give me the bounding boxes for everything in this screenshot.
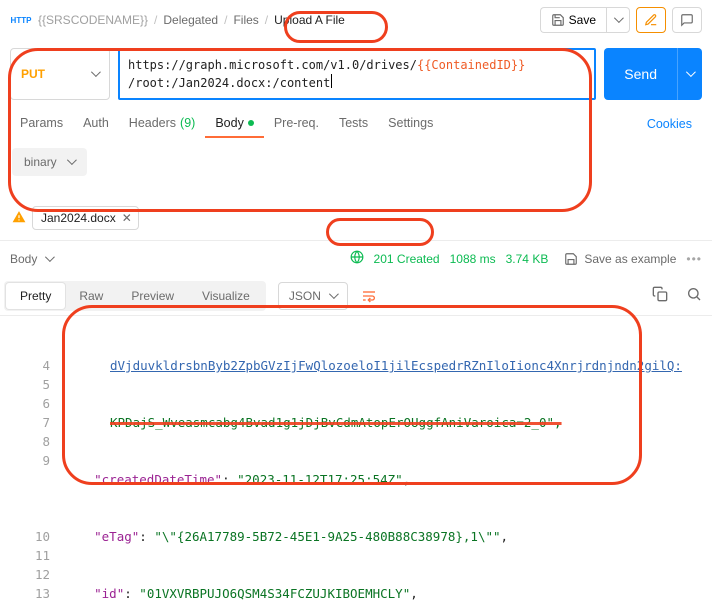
response-section-select[interactable]: Body [10, 252, 53, 266]
remove-file-button[interactable]: ✕ [122, 211, 132, 225]
comment-icon [680, 13, 694, 27]
response-json-code: dVjduvkldrsbnByb2ZpbGVzIjFwQlozoeloI1jil… [60, 316, 712, 608]
format-select[interactable]: JSON [278, 282, 348, 310]
cookies-link[interactable]: Cookies [637, 111, 702, 137]
response-time: 1088 ms [450, 252, 496, 266]
chevron-down-icon [614, 16, 622, 24]
chevron-down-icon [45, 255, 53, 263]
save-icon [551, 13, 565, 27]
view-visualize[interactable]: Visualize [188, 283, 264, 309]
method-select[interactable]: PUT [10, 48, 110, 100]
tab-headers[interactable]: Headers (9) [119, 110, 206, 138]
breadcrumb: {{SRSCODENAME}} / Delegated / Files / Up… [38, 13, 345, 27]
search-response-button[interactable] [686, 286, 702, 305]
comments-button[interactable] [672, 7, 702, 33]
text-cursor [331, 74, 332, 88]
method-label: PUT [21, 67, 45, 81]
edit-button[interactable] [636, 7, 666, 33]
url-input[interactable]: https://graph.microsoft.com/v1.0/drives/… [118, 48, 596, 100]
globe-icon [350, 250, 364, 267]
line-number-gutter: 4 5 6 7 8 9 10 11 12 13 14 15 16 [0, 316, 60, 608]
file-name-label: Jan2024.docx [41, 211, 116, 225]
chevron-down-icon [67, 158, 75, 166]
save-as-example-button[interactable]: Save as example [584, 252, 676, 266]
save-button[interactable]: Save [540, 7, 606, 33]
send-button[interactable]: Send [604, 48, 677, 100]
page-title: Upload A File [274, 13, 345, 27]
http-method-badge: HTTP [10, 11, 32, 29]
send-more-button[interactable] [677, 48, 702, 100]
crumb-files[interactable]: Files [233, 13, 258, 27]
tab-tests[interactable]: Tests [329, 110, 378, 138]
tab-prereq[interactable]: Pre-req. [264, 110, 329, 138]
save-icon [564, 252, 578, 266]
more-actions-button[interactable]: ••• [686, 252, 702, 266]
view-raw[interactable]: Raw [65, 283, 117, 309]
pencil-icon [644, 13, 658, 27]
save-more-button[interactable] [606, 7, 630, 33]
save-label: Save [569, 13, 596, 27]
crumb-delegated[interactable]: Delegated [163, 13, 218, 27]
selected-file-chip[interactable]: Jan2024.docx ✕ [32, 206, 139, 230]
tab-settings[interactable]: Settings [378, 110, 443, 138]
tab-auth[interactable]: Auth [73, 110, 119, 138]
crumb-codename[interactable]: {{SRSCODENAME}} [38, 13, 148, 27]
view-pretty[interactable]: Pretty [6, 283, 65, 309]
modified-dot-icon [248, 120, 254, 126]
status-code: 201 Created [374, 252, 440, 266]
copy-response-button[interactable] [652, 286, 668, 305]
view-mode-segment: Pretty Raw Preview Visualize [4, 281, 266, 311]
body-mode-select[interactable]: binary [12, 148, 87, 176]
chevron-down-icon [686, 70, 694, 78]
chevron-down-icon [91, 70, 99, 78]
response-size: 3.74 KB [506, 252, 549, 266]
response-json-viewer[interactable]: 4 5 6 7 8 9 10 11 12 13 14 15 16 dVjduvk… [0, 316, 712, 608]
warning-icon [12, 210, 26, 227]
tab-body[interactable]: Body [205, 110, 264, 138]
wrap-toggle-button[interactable] [356, 283, 382, 309]
view-preview[interactable]: Preview [117, 283, 188, 309]
tab-params[interactable]: Params [10, 110, 73, 138]
chevron-down-icon [329, 292, 337, 300]
